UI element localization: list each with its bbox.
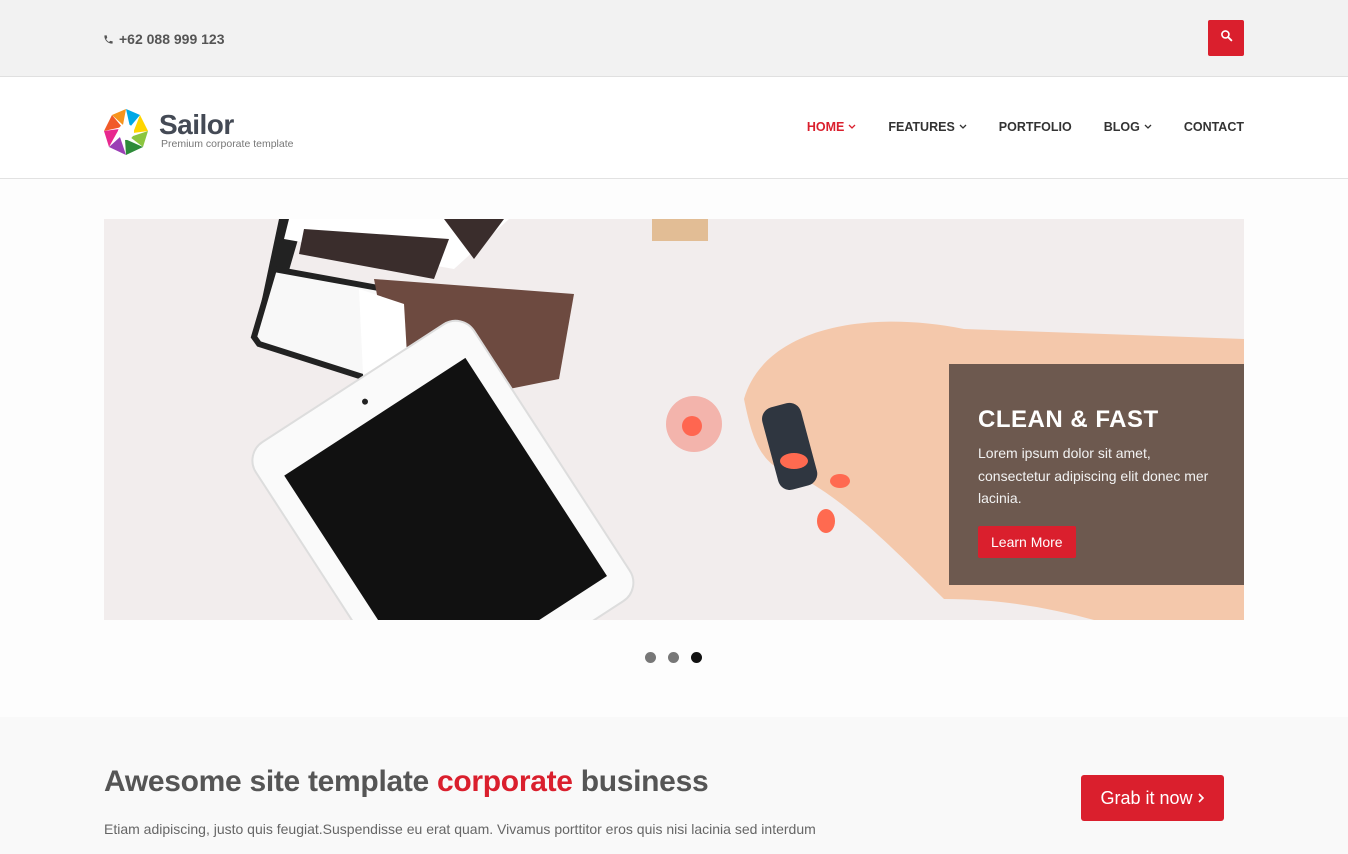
logo-aperture-icon <box>103 107 149 157</box>
phone-number: +62 088 999 123 <box>119 31 225 47</box>
promo-title-highlight: corporate <box>436 765 573 798</box>
slide-caption: CLEAN & FAST Lorem ipsum dolor sit amet,… <box>949 364 1244 585</box>
nav-item-label: BLOG <box>1103 120 1140 134</box>
slider-pagination <box>645 652 702 663</box>
nav-item-home[interactable]: HOME <box>807 120 857 134</box>
caption-text: Lorem ipsum dolor sit amet, consectetur … <box>978 445 1209 506</box>
phone-contact: +62 088 999 123 <box>103 31 225 47</box>
grab-button-label: Grab it now <box>1100 787 1193 808</box>
chevron-down-icon <box>959 124 967 130</box>
nav-item-blog[interactable]: BLOG <box>1104 120 1152 134</box>
top-bar: +62 088 999 123 <box>0 0 1348 77</box>
caption-title: CLEAN & FAST <box>978 406 1159 433</box>
nav-item-label: HOME <box>806 120 845 134</box>
site-header: Sailor Premium corporate template HOME F… <box>0 77 1348 179</box>
phone-icon <box>103 34 114 45</box>
chevron-right-icon <box>1197 788 1205 809</box>
chevron-down-icon <box>1144 124 1152 130</box>
logo[interactable]: Sailor Premium corporate template <box>103 107 293 157</box>
slider-dot-2[interactable] <box>668 652 679 663</box>
logo-name: Sailor <box>159 109 234 140</box>
slider-dot-3[interactable] <box>691 652 702 663</box>
logo-tagline: Premium corporate template <box>161 138 294 150</box>
slider-dot-1[interactable] <box>645 652 656 663</box>
chevron-down-icon <box>848 124 856 130</box>
promo-title-start: Awesome site template <box>104 765 437 798</box>
nav-item-label: FEATURES <box>888 120 955 134</box>
nav-item-label: CONTACT <box>1183 120 1244 134</box>
search-button[interactable] <box>1208 20 1244 56</box>
learn-more-button[interactable]: Learn More <box>978 525 1076 558</box>
promo-title-end: business <box>572 765 709 798</box>
promo-text: Etiam adipiscing, justo quis feugiat.Sus… <box>104 821 816 837</box>
image-slider[interactable]: CLEAN & FAST Lorem ipsum dolor sit amet,… <box>104 219 1244 620</box>
promo-title: Awesome site template corporate business <box>104 765 709 799</box>
grab-it-now-button[interactable]: Grab it now <box>1081 775 1224 821</box>
nav-item-contact[interactable]: CONTACT <box>1184 120 1244 134</box>
nav-item-features[interactable]: FEATURES <box>888 120 967 134</box>
nav-item-label: PORTFOLIO <box>998 120 1072 134</box>
promo-section: Awesome site template corporate business… <box>0 717 1348 854</box>
nav-item-portfolio[interactable]: PORTFOLIO <box>999 120 1072 134</box>
main-nav: HOME FEATURES PORTFOLIO BLOG CONTACT <box>807 120 1244 134</box>
search-icon <box>1220 29 1233 47</box>
